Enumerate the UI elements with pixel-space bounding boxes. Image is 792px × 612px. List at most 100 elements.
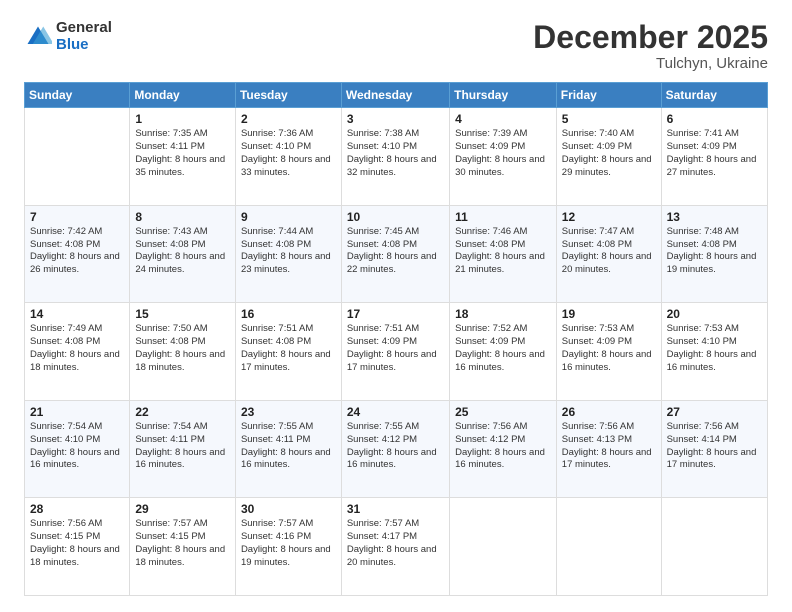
day-info: Sunrise: 7:55 AM Sunset: 4:11 PM Dayligh… [241,421,336,472]
day-info: Sunrise: 7:42 AM Sunset: 4:08 PM Dayligh… [30,226,124,277]
day-info: Sunrise: 7:43 AM Sunset: 4:08 PM Dayligh… [135,226,230,277]
calendar-cell: 21Sunrise: 7:54 AM Sunset: 4:10 PM Dayli… [25,400,130,498]
calendar-cell: 30 Sunrise: 7:57 AM Sunset: 4:16 PM Dayli… [235,498,341,596]
day-info: Sunrise: 7:57 AM Sunset: 4:15 PM Dayligh… [135,518,230,569]
calendar-cell: 25 Sunrise: 7:56 AM Sunset: 4:12 PM Dayli… [450,400,557,498]
calendar-cell: 8 Sunrise: 7:43 AM Sunset: 4:08 PM Daylig… [130,205,236,303]
calendar-body: 1 Sunrise: 7:35 AM Sunset: 4:11 PM Daylig… [25,108,768,596]
day-number: 3 [347,112,444,126]
day-number: 16 [241,307,336,321]
day-number: 19 [562,307,656,321]
day-info: Sunrise: 7:44 AM Sunset: 4:08 PM Dayligh… [241,226,336,277]
day-number: 5 [562,112,656,126]
calendar-week-row: 7 Sunrise: 7:42 AM Sunset: 4:08 PM Daylig… [25,205,768,303]
logo: General Blue [24,20,112,53]
day-number: 8 [135,210,230,224]
calendar-cell: 5Sunrise: 7:40 AM Sunset: 4:09 PM Daylig… [556,108,661,206]
calendar-cell: 18Sunrise: 7:52 AM Sunset: 4:09 PM Dayli… [450,303,557,401]
day-info: Sunrise: 7:55 AM Sunset: 4:12 PM Dayligh… [347,421,444,472]
calendar-cell: 26Sunrise: 7:56 AM Sunset: 4:13 PM Dayli… [556,400,661,498]
day-info: Sunrise: 7:38 AM Sunset: 4:10 PM Dayligh… [347,128,444,179]
day-number: 14 [30,307,124,321]
day-number: 11 [455,210,551,224]
day-number: 23 [241,405,336,419]
day-number: 7 [30,210,124,224]
day-info: Sunrise: 7:56 AM Sunset: 4:12 PM Dayligh… [455,421,551,472]
day-info: Sunrise: 7:56 AM Sunset: 4:14 PM Dayligh… [667,421,762,472]
calendar-cell [661,498,767,596]
calendar-cell: 9 Sunrise: 7:44 AM Sunset: 4:08 PM Daylig… [235,205,341,303]
calendar-cell: 14 Sunrise: 7:49 AM Sunset: 4:08 PM Dayli… [25,303,130,401]
weekday-header: Friday [556,83,661,108]
day-number: 1 [135,112,230,126]
day-info: Sunrise: 7:36 AM Sunset: 4:10 PM Dayligh… [241,128,336,179]
calendar-cell [25,108,130,206]
day-number: 27 [667,405,762,419]
calendar-cell: 1 Sunrise: 7:35 AM Sunset: 4:11 PM Daylig… [130,108,236,206]
day-info: Sunrise: 7:52 AM Sunset: 4:09 PM Dayligh… [455,323,551,374]
day-number: 22 [135,405,230,419]
weekday-header: Saturday [661,83,767,108]
day-info: Sunrise: 7:53 AM Sunset: 4:10 PM Dayligh… [667,323,762,374]
weekday-header: Thursday [450,83,557,108]
logo-general: General [56,20,112,37]
calendar-cell: 31 Sunrise: 7:57 AM Sunset: 4:17 PM Dayli… [341,498,449,596]
calendar-cell: 24 Sunrise: 7:55 AM Sunset: 4:12 PM Dayli… [341,400,449,498]
month-title: December 2025 [533,20,768,55]
day-info: Sunrise: 7:56 AM Sunset: 4:13 PM Dayligh… [562,421,656,472]
day-number: 2 [241,112,336,126]
page: General Blue December 2025 Tulchyn, Ukra… [0,0,792,612]
day-info: Sunrise: 7:48 AM Sunset: 4:08 PM Dayligh… [667,226,762,277]
day-info: Sunrise: 7:49 AM Sunset: 4:08 PM Dayligh… [30,323,124,374]
day-number: 28 [30,502,124,516]
calendar-week-row: 21Sunrise: 7:54 AM Sunset: 4:10 PM Dayli… [25,400,768,498]
calendar-cell: 27 Sunrise: 7:56 AM Sunset: 4:14 PM Dayli… [661,400,767,498]
calendar-cell: 3 Sunrise: 7:38 AM Sunset: 4:10 PM Daylig… [341,108,449,206]
day-info: Sunrise: 7:45 AM Sunset: 4:08 PM Dayligh… [347,226,444,277]
calendar-cell: 22 Sunrise: 7:54 AM Sunset: 4:11 PM Dayli… [130,400,236,498]
calendar-cell [556,498,661,596]
day-info: Sunrise: 7:46 AM Sunset: 4:08 PM Dayligh… [455,226,551,277]
day-info: Sunrise: 7:35 AM Sunset: 4:11 PM Dayligh… [135,128,230,179]
day-info: Sunrise: 7:41 AM Sunset: 4:09 PM Dayligh… [667,128,762,179]
calendar-cell: 29Sunrise: 7:57 AM Sunset: 4:15 PM Dayli… [130,498,236,596]
day-number: 31 [347,502,444,516]
calendar-week-row: 14 Sunrise: 7:49 AM Sunset: 4:08 PM Dayli… [25,303,768,401]
calendar-cell: 20Sunrise: 7:53 AM Sunset: 4:10 PM Dayli… [661,303,767,401]
day-number: 13 [667,210,762,224]
logo-text: General Blue [56,20,112,53]
day-number: 6 [667,112,762,126]
day-number: 25 [455,405,551,419]
day-info: Sunrise: 7:56 AM Sunset: 4:15 PM Dayligh… [30,518,124,569]
day-info: Sunrise: 7:54 AM Sunset: 4:10 PM Dayligh… [30,421,124,472]
calendar-cell: 4Sunrise: 7:39 AM Sunset: 4:09 PM Daylig… [450,108,557,206]
day-number: 30 [241,502,336,516]
calendar-cell [450,498,557,596]
calendar-table: SundayMondayTuesdayWednesdayThursdayFrid… [24,82,768,596]
calendar-week-row: 1 Sunrise: 7:35 AM Sunset: 4:11 PM Daylig… [25,108,768,206]
day-number: 9 [241,210,336,224]
calendar-cell: 12Sunrise: 7:47 AM Sunset: 4:08 PM Dayli… [556,205,661,303]
day-info: Sunrise: 7:57 AM Sunset: 4:16 PM Dayligh… [241,518,336,569]
logo-icon [24,23,52,51]
calendar-cell: 17Sunrise: 7:51 AM Sunset: 4:09 PM Dayli… [341,303,449,401]
day-info: Sunrise: 7:57 AM Sunset: 4:17 PM Dayligh… [347,518,444,569]
day-number: 24 [347,405,444,419]
weekday-header: Sunday [25,83,130,108]
logo-blue: Blue [56,37,112,54]
calendar-header-row: SundayMondayTuesdayWednesdayThursdayFrid… [25,83,768,108]
day-info: Sunrise: 7:50 AM Sunset: 4:08 PM Dayligh… [135,323,230,374]
day-number: 10 [347,210,444,224]
calendar-cell: 15 Sunrise: 7:50 AM Sunset: 4:08 PM Dayli… [130,303,236,401]
calendar-cell: 23 Sunrise: 7:55 AM Sunset: 4:11 PM Dayli… [235,400,341,498]
day-number: 15 [135,307,230,321]
day-info: Sunrise: 7:54 AM Sunset: 4:11 PM Dayligh… [135,421,230,472]
calendar-cell: 16Sunrise: 7:51 AM Sunset: 4:08 PM Dayli… [235,303,341,401]
day-info: Sunrise: 7:51 AM Sunset: 4:09 PM Dayligh… [347,323,444,374]
day-info: Sunrise: 7:47 AM Sunset: 4:08 PM Dayligh… [562,226,656,277]
calendar-cell: 6 Sunrise: 7:41 AM Sunset: 4:09 PM Daylig… [661,108,767,206]
weekday-header: Monday [130,83,236,108]
weekday-header: Wednesday [341,83,449,108]
day-info: Sunrise: 7:39 AM Sunset: 4:09 PM Dayligh… [455,128,551,179]
calendar-cell: 28 Sunrise: 7:56 AM Sunset: 4:15 PM Dayli… [25,498,130,596]
